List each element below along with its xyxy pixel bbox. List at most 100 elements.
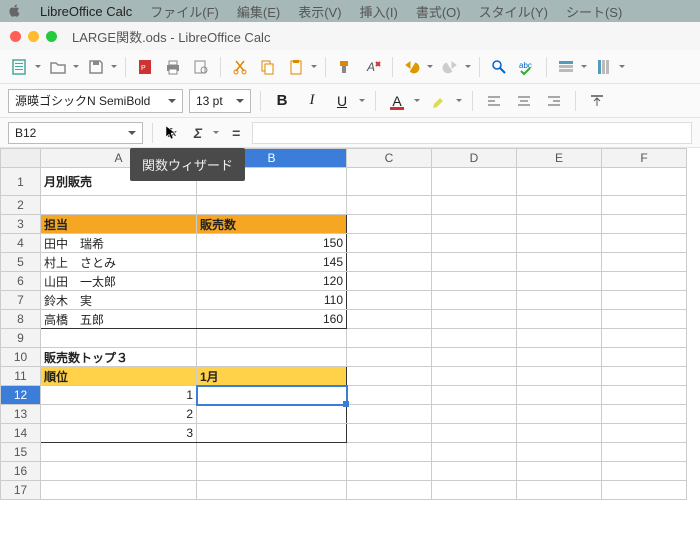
cell[interactable] bbox=[347, 348, 432, 367]
cell[interactable] bbox=[432, 405, 517, 424]
align-left-button[interactable] bbox=[482, 89, 506, 113]
row-header[interactable]: 3 bbox=[1, 215, 41, 234]
menu-sheet[interactable]: シート(S) bbox=[566, 2, 622, 21]
row-header[interactable]: 6 bbox=[1, 272, 41, 291]
print-button[interactable] bbox=[161, 55, 185, 79]
cell[interactable] bbox=[347, 367, 432, 386]
column-dropdown[interactable] bbox=[618, 63, 626, 71]
cell[interactable] bbox=[347, 424, 432, 443]
cell[interactable] bbox=[347, 291, 432, 310]
font-color-button[interactable]: A bbox=[385, 89, 409, 113]
cell[interactable] bbox=[602, 367, 687, 386]
menu-style[interactable]: スタイル(Y) bbox=[479, 2, 548, 21]
col-header-d[interactable]: D bbox=[432, 149, 517, 168]
cell[interactable] bbox=[517, 168, 602, 196]
valign-top-button[interactable] bbox=[585, 89, 609, 113]
cell[interactable] bbox=[432, 481, 517, 500]
paste-button[interactable] bbox=[284, 55, 308, 79]
cell[interactable]: 村上 さとみ bbox=[41, 253, 197, 272]
cut-button[interactable] bbox=[228, 55, 252, 79]
cell[interactable] bbox=[602, 329, 687, 348]
cell[interactable] bbox=[602, 310, 687, 329]
cell[interactable]: 150 bbox=[197, 234, 347, 253]
paste-dropdown[interactable] bbox=[310, 63, 318, 71]
cell[interactable] bbox=[432, 462, 517, 481]
cell[interactable] bbox=[602, 196, 687, 215]
cell[interactable] bbox=[432, 291, 517, 310]
highlight-dropdown[interactable] bbox=[455, 97, 463, 105]
cell[interactable] bbox=[197, 462, 347, 481]
cell[interactable] bbox=[602, 462, 687, 481]
cell[interactable] bbox=[602, 481, 687, 500]
close-window-icon[interactable] bbox=[10, 31, 21, 42]
cell[interactable]: 山田 一太郎 bbox=[41, 272, 197, 291]
cell[interactable] bbox=[602, 234, 687, 253]
cell[interactable] bbox=[347, 329, 432, 348]
export-pdf-button[interactable]: P bbox=[133, 55, 157, 79]
cell[interactable] bbox=[197, 196, 347, 215]
cell[interactable]: 1月 bbox=[197, 367, 347, 386]
cell[interactable] bbox=[602, 272, 687, 291]
cell[interactable] bbox=[197, 443, 347, 462]
cell[interactable] bbox=[347, 234, 432, 253]
cell[interactable] bbox=[602, 443, 687, 462]
save-dropdown[interactable] bbox=[110, 63, 118, 71]
cell[interactable] bbox=[432, 196, 517, 215]
redo-button[interactable] bbox=[438, 55, 462, 79]
cell[interactable] bbox=[517, 481, 602, 500]
cell[interactable] bbox=[347, 196, 432, 215]
cell[interactable]: 145 bbox=[197, 253, 347, 272]
copy-button[interactable] bbox=[256, 55, 280, 79]
formula-input[interactable] bbox=[252, 122, 692, 144]
font-size-combo[interactable]: 13 pt bbox=[189, 89, 251, 113]
spreadsheet-grid[interactable]: A B C D E F 1月別販売 2 3担当販売数 4田中 瑞希150 5村上… bbox=[0, 148, 700, 550]
align-center-button[interactable] bbox=[512, 89, 536, 113]
cell[interactable] bbox=[41, 196, 197, 215]
save-button[interactable] bbox=[84, 55, 108, 79]
cell[interactable] bbox=[517, 462, 602, 481]
cell[interactable] bbox=[517, 443, 602, 462]
cell[interactable] bbox=[347, 386, 432, 405]
row-header[interactable]: 11 bbox=[1, 367, 41, 386]
new-document-dropdown[interactable] bbox=[34, 63, 42, 71]
cell[interactable] bbox=[347, 405, 432, 424]
cell[interactable] bbox=[602, 405, 687, 424]
row-header[interactable]: 7 bbox=[1, 291, 41, 310]
row-header[interactable]: 5 bbox=[1, 253, 41, 272]
cell[interactable] bbox=[432, 348, 517, 367]
menu-view[interactable]: 表示(V) bbox=[298, 2, 341, 21]
cell[interactable] bbox=[602, 253, 687, 272]
row-header[interactable]: 8 bbox=[1, 310, 41, 329]
sum-dropdown[interactable] bbox=[212, 129, 220, 137]
name-box[interactable]: B12 bbox=[8, 122, 143, 144]
row-dropdown[interactable] bbox=[580, 63, 588, 71]
cell[interactable] bbox=[517, 272, 602, 291]
col-header-c[interactable]: C bbox=[347, 149, 432, 168]
cell[interactable] bbox=[41, 443, 197, 462]
cell[interactable] bbox=[602, 291, 687, 310]
cell[interactable]: 1 bbox=[41, 386, 197, 405]
cell[interactable]: 担当 bbox=[41, 215, 197, 234]
cell[interactable] bbox=[41, 481, 197, 500]
menubar-app-name[interactable]: LibreOffice Calc bbox=[40, 4, 132, 19]
row-header[interactable]: 1 bbox=[1, 168, 41, 196]
cell[interactable] bbox=[432, 215, 517, 234]
menu-format[interactable]: 書式(O) bbox=[416, 2, 461, 21]
cell[interactable] bbox=[432, 234, 517, 253]
cell[interactable] bbox=[197, 481, 347, 500]
cell[interactable] bbox=[517, 291, 602, 310]
find-button[interactable] bbox=[487, 55, 511, 79]
undo-button[interactable] bbox=[400, 55, 424, 79]
row-header[interactable]: 13 bbox=[1, 405, 41, 424]
print-preview-button[interactable] bbox=[189, 55, 213, 79]
cell[interactable] bbox=[197, 348, 347, 367]
row-header[interactable]: 10 bbox=[1, 348, 41, 367]
cell[interactable] bbox=[197, 405, 347, 424]
select-all-corner[interactable] bbox=[1, 149, 41, 168]
cell[interactable] bbox=[432, 253, 517, 272]
cell[interactable] bbox=[347, 168, 432, 196]
menu-file[interactable]: ファイル(F) bbox=[150, 2, 219, 21]
cell[interactable] bbox=[517, 253, 602, 272]
cell[interactable] bbox=[517, 348, 602, 367]
cell[interactable] bbox=[432, 168, 517, 196]
